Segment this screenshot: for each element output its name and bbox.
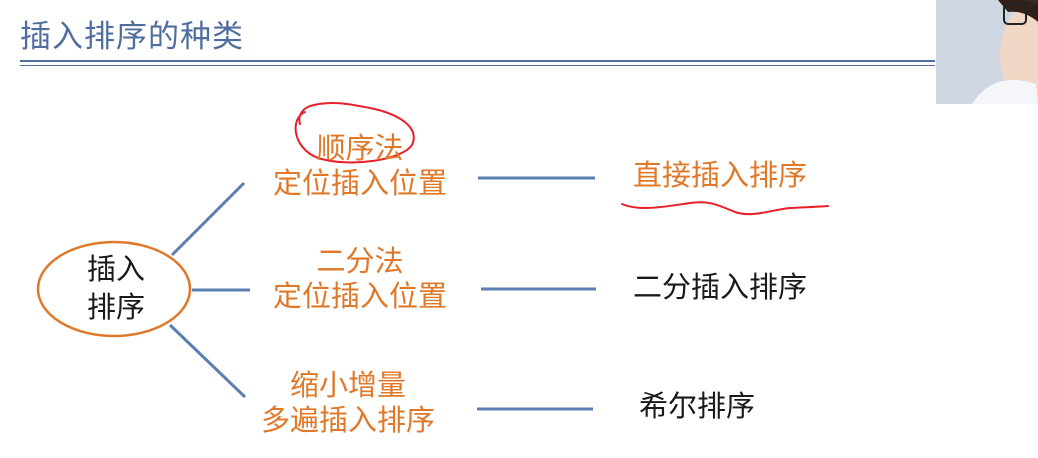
branch-2-method: 二分法 定位插入位置 [252,244,468,314]
branch-3-method: 缩小增量 多遍插入排序 [240,368,456,438]
branch-1-method-line-1: 顺序法 [316,131,404,165]
center-label-line-2: 排序 [86,290,145,324]
center-node-label: 插入 排序 [42,250,190,326]
branch-1-method-line-2: 定位插入位置 [272,166,447,200]
connector-center-to-branch-3 [168,323,247,399]
branch-1-result: 直接插入排序 [632,158,807,192]
connector-center-to-branch-1 [170,181,246,257]
annotation-underline [621,201,829,216]
branch-2-method-line-1: 二分法 [316,244,404,278]
diagram-canvas [36,101,829,411]
branch-2-method-line-2: 定位插入位置 [272,279,447,313]
branch-3-method-line-1: 缩小增量 [289,368,406,402]
branch-3-method-line-2: 多遍插入排序 [260,403,435,437]
branch-2-result: 二分插入排序 [632,270,807,304]
branch-1-method: 顺序法 定位插入位置 [252,131,468,201]
center-label-line-1: 插入 [86,252,145,286]
branch-3-result: 希尔排序 [638,389,755,423]
